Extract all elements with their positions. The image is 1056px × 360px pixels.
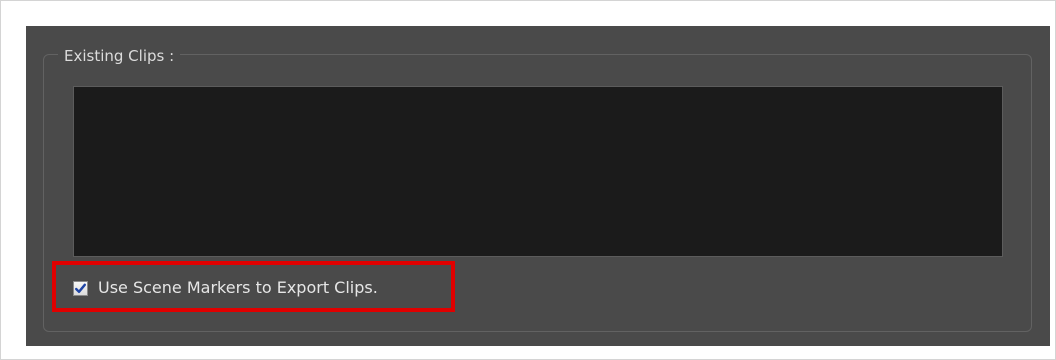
screenshot-frame: Existing Clips : Use Scene Markers to Ex… bbox=[0, 0, 1056, 360]
use-scene-markers-label[interactable]: Use Scene Markers to Export Clips. bbox=[98, 278, 378, 298]
existing-clips-title: Existing Clips : bbox=[58, 46, 181, 66]
export-clips-panel: Existing Clips : Use Scene Markers to Ex… bbox=[26, 26, 1050, 346]
checkmark-icon bbox=[75, 283, 86, 293]
use-scene-markers-checkbox[interactable] bbox=[73, 280, 88, 296]
existing-clips-list[interactable] bbox=[73, 86, 1003, 257]
use-scene-markers-option[interactable]: Use Scene Markers to Export Clips. bbox=[73, 276, 378, 300]
